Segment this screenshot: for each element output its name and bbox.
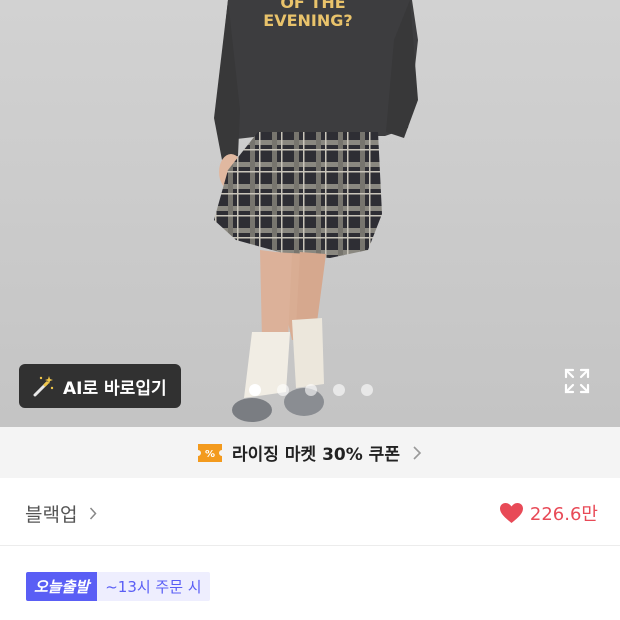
order-cutoff-badge: ~13시 주문 시	[97, 572, 210, 601]
today-shipping-badge: 오늘출발	[26, 572, 98, 601]
svg-text:%: %	[205, 449, 215, 460]
like-count: 226.6만	[529, 504, 598, 525]
brand-link[interactable]: 블랙업	[25, 500, 97, 527]
carousel-dot-3[interactable]	[305, 384, 317, 396]
chevron-right-icon	[90, 507, 97, 520]
product-photo: OF THE EVENING?	[0, 0, 620, 427]
like-button[interactable]: 226.6만	[499, 500, 598, 526]
magic-wand-icon	[33, 376, 54, 397]
expand-icon[interactable]	[564, 368, 590, 394]
coupon-label: 라이징 마켓 30% 쿠폰	[232, 445, 400, 465]
brand-row: 블랙업 226.6만	[0, 478, 620, 546]
heart-icon	[499, 503, 523, 523]
chevron-right-icon	[413, 445, 422, 460]
coupon-banner[interactable]: % 라이징 마켓 30% 쿠폰	[0, 427, 620, 478]
product-image-carousel[interactable]: OF THE EVENING? AI로 바로입기	[0, 0, 620, 427]
brand-name: 블랙업	[25, 504, 78, 526]
ai-try-on-label: AI로 바로입기	[63, 378, 167, 399]
shipping-info: 오늘출발 ~13시 주문 시	[26, 572, 210, 601]
carousel-indicator	[249, 384, 373, 396]
carousel-dot-2[interactable]	[277, 384, 289, 396]
shirt-print-line2: EVENING?	[263, 11, 352, 30]
ai-try-on-button[interactable]: AI로 바로입기	[19, 364, 181, 408]
carousel-dot-4[interactable]	[333, 384, 345, 396]
carousel-dot-5[interactable]	[361, 384, 373, 396]
carousel-dot-1[interactable]	[249, 384, 261, 396]
product-title	[26, 612, 596, 620]
coupon-percent-icon: %	[198, 443, 223, 462]
